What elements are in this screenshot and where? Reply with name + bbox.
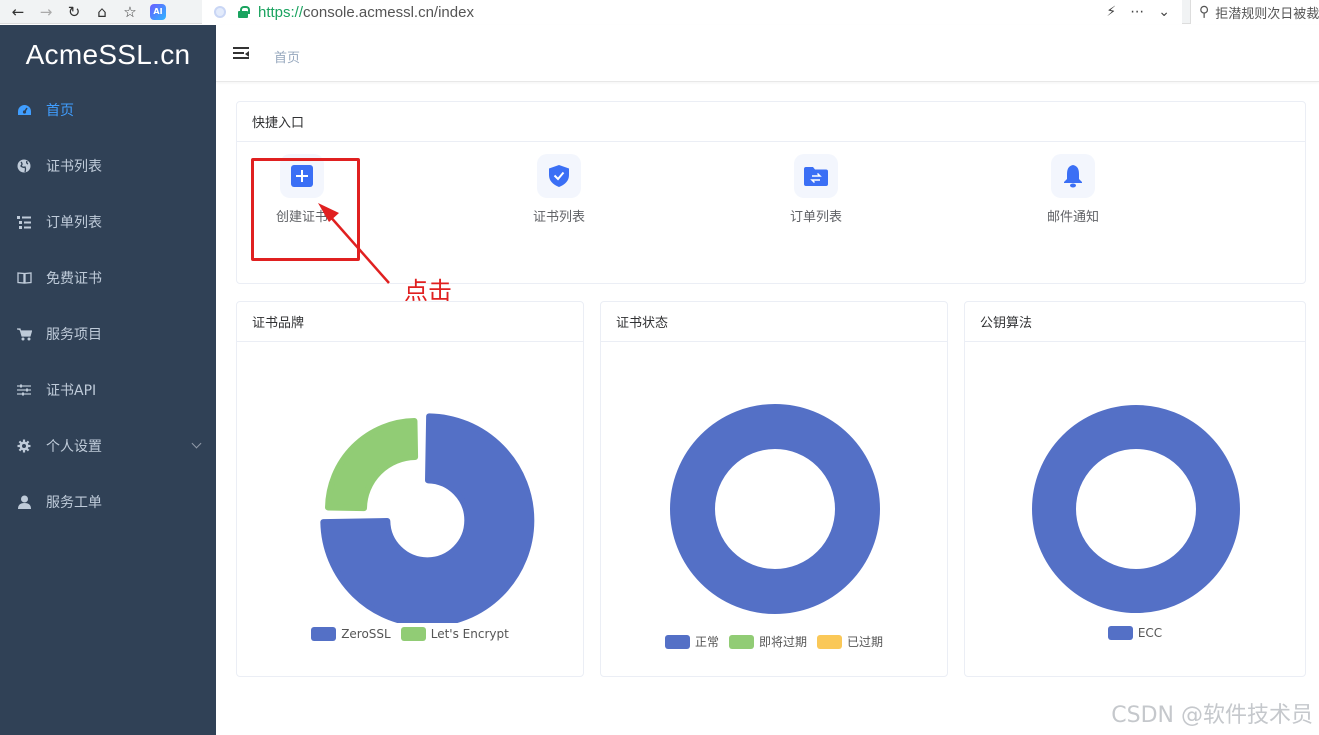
sidebar-item-order-list[interactable]: 订单列表 <box>0 194 216 250</box>
chart-legend: ZeroSSL Let's Encrypt <box>237 627 583 641</box>
legend-label: 正常 <box>694 635 719 649</box>
user-icon <box>16 494 32 510</box>
gear-icon <box>16 438 32 454</box>
list-icon <box>16 214 32 230</box>
browser-search-box[interactable]: ⚲ 拒潜规则次日被裁 <box>1190 0 1319 24</box>
search-icon: ⚲ <box>1199 4 1210 20</box>
quick-cert-list[interactable]: 证书列表 <box>494 154 624 225</box>
quick-order-list[interactable]: 订单列表 <box>751 154 881 225</box>
donut-slice-Let's Encrypt[interactable] <box>325 418 419 512</box>
dashboard-icon <box>16 102 32 118</box>
site-logo[interactable]: AcmeSSL.cn <box>0 39 216 71</box>
legend-label: 已过期 <box>847 635 884 649</box>
legend-swatch <box>400 627 426 641</box>
home-icon[interactable]: ⌂ <box>92 2 112 22</box>
sidebar-item-label: 服务工单 <box>46 495 102 511</box>
legend-item[interactable]: 正常 <box>664 633 719 650</box>
globe-icon <box>16 158 32 174</box>
forward-icon[interactable]: → <box>36 2 56 22</box>
sidebar-toggle-icon[interactable] <box>233 47 249 61</box>
lock-icon[interactable] <box>238 6 250 18</box>
legend-label: Let's Encrypt <box>430 627 509 641</box>
legend-item[interactable]: ZeroSSL <box>311 627 391 641</box>
site-shield-icon <box>214 6 226 18</box>
annotation-highlight-box <box>251 158 360 261</box>
legend-label: ECC <box>1137 626 1163 640</box>
legend-item[interactable]: 即将过期 <box>728 633 807 650</box>
watermark: CSDN @软件技术员 <box>1111 703 1313 728</box>
legend-swatch <box>311 627 337 641</box>
chart-card-cert-brand: 证书品牌 ZeroSSL Let's Encrypt <box>236 301 584 677</box>
donut-slice-正常[interactable] <box>670 404 880 614</box>
sidebar-item-label: 个人设置 <box>46 439 102 455</box>
card-title: 公钥算法 <box>965 302 1305 342</box>
chart-card-cert-status: 证书状态 正常 即将过期 已过期 <box>600 301 948 677</box>
legend-item[interactable]: ECC <box>1107 626 1163 640</box>
address-bar-actions: ⚡ ⋯ ⌄ <box>1106 0 1182 24</box>
card-title: 快捷入口 <box>237 102 1305 142</box>
sidebar-item-label: 订单列表 <box>46 215 102 231</box>
donut-chart-key-algorithm <box>1032 405 1240 613</box>
url-text[interactable]: https://console.acmessl.cn/index <box>258 4 474 21</box>
sidebar-menu: 首页 证书列表 订单列表 免费证书 服务项目 证书API 个人设置 服务工单 <box>0 82 216 530</box>
sidebar-item-label: 服务项目 <box>46 327 102 343</box>
shield-check-icon <box>537 154 581 198</box>
card-title: 证书状态 <box>601 302 947 342</box>
sidebar-item-personal-settings[interactable]: 个人设置 <box>0 418 216 474</box>
ai-extension-icon[interactable]: AI <box>150 3 166 20</box>
top-navbar: 首页 <box>216 25 1319 82</box>
breadcrumb[interactable]: 首页 <box>274 47 300 66</box>
chevron-down-icon[interactable] <box>191 438 202 449</box>
legend-swatch <box>1107 626 1133 640</box>
legend-swatch <box>728 634 754 649</box>
sidebar-item-label: 免费证书 <box>46 271 102 287</box>
chart-legend: 正常 即将过期 已过期 <box>601 633 947 650</box>
quick-item-label: 证书列表 <box>532 210 585 225</box>
lightning-icon[interactable]: ⚡ <box>1106 4 1116 20</box>
quick-item-label: 订单列表 <box>789 210 842 225</box>
donut-slice-ECC[interactable] <box>1032 405 1240 613</box>
sidebar: AcmeSSL.cn 首页 证书列表 订单列表 免费证书 服务项目 证书API … <box>0 25 216 735</box>
quick-item-label: 邮件通知 <box>1046 210 1099 225</box>
address-bar[interactable]: https://console.acmessl.cn/index ⚡ ⋯ ⌄ <box>202 0 1182 24</box>
donut-chart-cert-status <box>670 404 880 614</box>
sidebar-item-label: 证书API <box>46 383 97 399</box>
legend-swatch <box>664 634 690 649</box>
legend-item[interactable]: Let's Encrypt <box>400 627 509 641</box>
chevron-down-icon[interactable]: ⌄ <box>1158 4 1170 20</box>
quick-email-notice[interactable]: 邮件通知 <box>1008 154 1138 225</box>
sidebar-item-label: 首页 <box>46 103 74 119</box>
folder-transfer-icon <box>794 154 838 198</box>
cart-icon <box>16 326 32 342</box>
legend-label: 即将过期 <box>758 635 807 649</box>
favorites-icon[interactable]: ☆ <box>120 2 140 22</box>
sidebar-item-service-ticket[interactable]: 服务工单 <box>0 474 216 530</box>
sidebar-item-services[interactable]: 服务项目 <box>0 306 216 362</box>
sidebar-item-cert-list[interactable]: 证书列表 <box>0 138 216 194</box>
sidebar-item-label: 证书列表 <box>46 159 102 175</box>
chart-legend: ECC <box>965 626 1305 640</box>
legend-item[interactable]: 已过期 <box>817 633 883 650</box>
sidebar-item-home[interactable]: 首页 <box>0 82 216 138</box>
sidebar-item-free-cert[interactable]: 免费证书 <box>0 250 216 306</box>
legend-swatch <box>817 634 842 649</box>
book-icon <box>16 270 32 286</box>
donut-chart-cert-brand <box>320 413 535 623</box>
card-title: 证书品牌 <box>237 302 583 342</box>
chart-card-key-algorithm: 公钥算法 ECC <box>964 301 1306 677</box>
sidebar-item-cert-api[interactable]: 证书API <box>0 362 216 418</box>
quick-entry-card: 快捷入口 创建证书 证书列表 订单列表 邮件通知 <box>236 101 1306 284</box>
reload-icon[interactable]: ↻ <box>64 2 84 22</box>
sliders-icon <box>16 382 32 398</box>
legend-label: ZeroSSL <box>341 627 391 641</box>
search-suggestion[interactable]: 拒潜规则次日被裁 <box>1215 3 1319 22</box>
bell-icon <box>1051 154 1095 198</box>
more-icon[interactable]: ⋯ <box>1130 4 1144 20</box>
back-icon[interactable]: ← <box>8 2 28 22</box>
